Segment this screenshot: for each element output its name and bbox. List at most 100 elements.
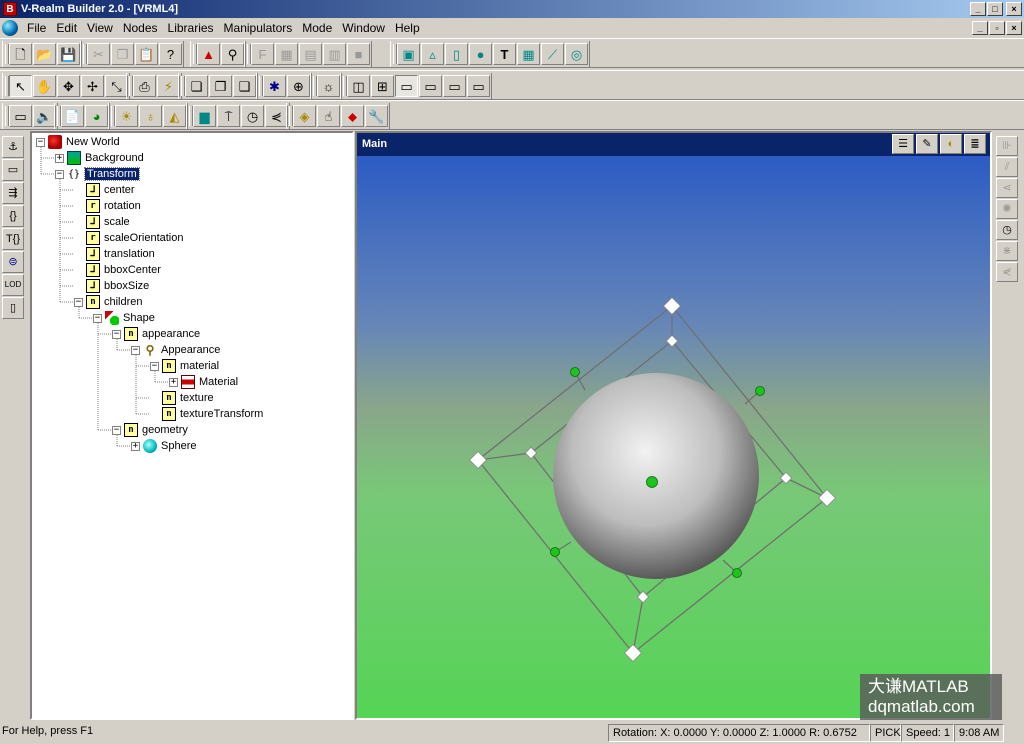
collapse-icon[interactable]: −	[93, 313, 102, 323]
tree-node-label[interactable]: center	[104, 184, 135, 196]
image-texture-icon[interactable]: ▦	[275, 43, 298, 65]
lightning-icon[interactable]: ⚡	[157, 75, 180, 97]
time-sensor-icon[interactable]: ◷	[241, 105, 264, 127]
spot-light-icon[interactable]: ◭	[163, 105, 186, 127]
tree-node[interactable]: − n geometry	[112, 422, 188, 438]
earth-icon[interactable]: ◕	[85, 105, 108, 127]
collapse-icon[interactable]: −	[112, 425, 121, 435]
tree-node-label[interactable]: rotation	[104, 200, 141, 212]
cylinder-icon[interactable]: ▯	[445, 43, 468, 65]
tree-node-label[interactable]: Material	[199, 376, 238, 388]
snowflake-icon[interactable]: ✱	[263, 75, 286, 97]
tree-node-label[interactable]: appearance	[142, 328, 200, 340]
expand-icon[interactable]: +	[169, 377, 178, 387]
tree-node[interactable]: ⅃ scale	[74, 214, 130, 230]
rotate-icon[interactable]: ✢	[81, 75, 104, 97]
tree-node-label[interactable]: Background	[85, 152, 144, 164]
wrench-icon[interactable]: 🔧	[365, 105, 388, 127]
orient-4-icon[interactable]: ✺	[996, 199, 1018, 219]
navigate-icon[interactable]: ☰	[892, 134, 914, 154]
mdi-close-button[interactable]: ×	[1006, 21, 1022, 35]
orient-3-icon[interactable]: ⋖	[996, 178, 1018, 198]
tree-node[interactable]: − n material	[150, 358, 219, 374]
scale-icon[interactable]: ⤡	[105, 75, 128, 97]
scale-handle[interactable]	[468, 450, 488, 470]
save-icon[interactable]: 💾	[57, 43, 80, 65]
tree-node[interactable]: −{} Transform	[55, 166, 140, 182]
elevation-grid-icon[interactable]: ▦	[517, 43, 540, 65]
script-icon[interactable]: 📄	[61, 105, 84, 127]
collapse-icon[interactable]: −	[112, 329, 121, 339]
sphere-object[interactable]	[553, 373, 759, 579]
tree-node[interactable]: + Background	[55, 150, 144, 166]
orient-2-icon[interactable]: ⫽	[996, 157, 1018, 177]
tree-node-label[interactable]: scale	[104, 216, 130, 228]
touch-icon[interactable]: ☝	[317, 105, 340, 127]
menu-view[interactable]: View	[82, 19, 118, 37]
select-icon[interactable]: ↖	[9, 75, 32, 97]
expand-icon[interactable]: +	[131, 441, 140, 451]
proximity-icon[interactable]: ◈	[293, 105, 316, 127]
globe-icon[interactable]: ⊕	[287, 75, 310, 97]
copy-icon[interactable]: ❐	[111, 43, 134, 65]
collapse-icon[interactable]: −	[131, 345, 140, 355]
3d-scene[interactable]	[357, 156, 990, 718]
background-icon[interactable]: ▆	[193, 105, 216, 127]
tree-node[interactable]: − n children	[74, 294, 143, 310]
new-icon[interactable]: 🗋	[9, 43, 32, 65]
movie-texture-icon[interactable]: ▤	[299, 43, 322, 65]
anchor-icon[interactable]: ⚓	[2, 136, 24, 158]
plane-sensor-icon[interactable]: ⬥	[341, 105, 364, 127]
tree-node-label[interactable]: geometry	[142, 424, 188, 436]
scale-handle[interactable]	[662, 296, 682, 316]
mdi-minimize-button[interactable]: _	[972, 21, 988, 35]
edit-pencil-icon[interactable]: ✎	[916, 134, 938, 154]
tree-node[interactable]: ⅃ bboxCenter	[74, 262, 161, 278]
rotation-handle[interactable]	[755, 386, 765, 396]
tree-node-label[interactable]: Transform	[84, 167, 140, 181]
interpolator-icon[interactable]: ⋞	[265, 105, 288, 127]
menu-mode[interactable]: Mode	[297, 19, 337, 37]
quad-view-icon[interactable]: ⊞	[371, 75, 394, 97]
close-button[interactable]: ×	[1006, 2, 1022, 16]
tree-node-label[interactable]: texture	[180, 392, 214, 404]
appearance-icon[interactable]: ⚲	[221, 43, 244, 65]
menu-window[interactable]: Window	[337, 19, 390, 37]
pixel-texture-icon[interactable]: ▥	[323, 43, 346, 65]
view2-icon[interactable]: ❐	[209, 75, 232, 97]
split-view-2-icon[interactable]: ▭	[419, 75, 442, 97]
collapse-icon[interactable]: −	[74, 297, 83, 307]
minimize-button[interactable]: _	[970, 2, 986, 16]
expand-icon[interactable]: +	[55, 153, 64, 163]
split-view-4-icon[interactable]: ▭	[467, 75, 490, 97]
split-view-1-icon[interactable]: ▭	[395, 75, 418, 97]
rotation-handle[interactable]	[732, 568, 742, 578]
box-icon[interactable]: ▣	[397, 43, 420, 65]
tree-node[interactable]: + Sphere	[131, 438, 196, 454]
tree-node[interactable]: + Material	[169, 374, 238, 390]
open-icon[interactable]: 📂	[33, 43, 56, 65]
view3-icon[interactable]: ❑	[233, 75, 256, 97]
tree-node-label[interactable]: scaleOrientation	[104, 232, 184, 244]
menu-nodes[interactable]: Nodes	[118, 19, 163, 37]
text-icon[interactable]: T	[493, 43, 516, 65]
viewpoint-icon[interactable]: ⍑	[217, 105, 240, 127]
tree-node-label[interactable]: bboxSize	[104, 280, 149, 292]
tree-node[interactable]: − n appearance	[112, 326, 200, 342]
menu-edit[interactable]: Edit	[51, 19, 82, 37]
tree-node[interactable]: ⅃ bboxSize	[74, 278, 149, 294]
tree-node[interactable]: r rotation	[74, 198, 141, 214]
menu-file[interactable]: File	[22, 19, 51, 37]
tree-node-label[interactable]: New World	[66, 136, 120, 148]
sound-icon[interactable]: 🔈	[33, 105, 56, 127]
lod-icon[interactable]: LOD	[2, 274, 24, 296]
split-view-3-icon[interactable]: ▭	[443, 75, 466, 97]
view-options-icon[interactable]: ≣	[964, 134, 986, 154]
group-icon[interactable]: {}	[2, 205, 24, 227]
tree-node[interactable]: r scaleOrientation	[74, 230, 184, 246]
tree-node[interactable]: n texture	[150, 390, 214, 406]
rotation-handle[interactable]	[570, 367, 580, 377]
transform-icon[interactable]: T{}	[2, 228, 24, 250]
app-icon[interactable]: B	[3, 2, 17, 16]
billboard-icon[interactable]: ▭	[2, 159, 24, 181]
